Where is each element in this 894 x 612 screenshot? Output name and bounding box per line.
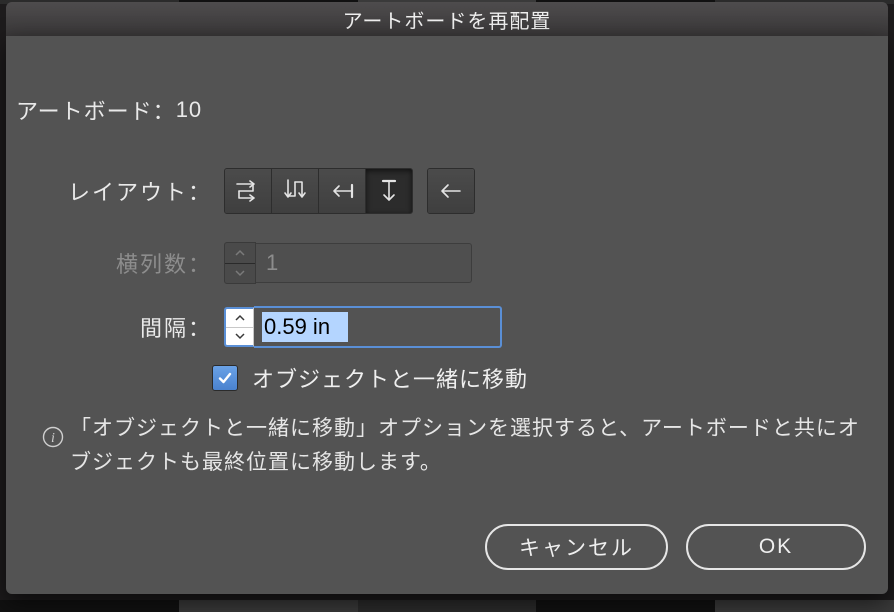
info-text: 「オブジェクトと一緒に移動」オプションを選択すると、アートボードと共にオブジェク…: [70, 412, 868, 480]
columns-step-down: [225, 264, 255, 284]
spacing-row: 間隔：: [16, 304, 502, 350]
artboards-label: アートボード：: [16, 94, 176, 126]
ok-button-label: OK: [759, 535, 793, 559]
svg-text:i: i: [51, 431, 55, 446]
spacing-input[interactable]: [254, 306, 502, 348]
dialog-footer: キャンセル OK: [485, 524, 866, 570]
dialog-title: アートボードを再配置: [343, 5, 552, 34]
info-icon: i: [36, 412, 70, 480]
layout-label: レイアウト：: [16, 175, 224, 207]
layout-row: レイアウト：: [16, 168, 475, 214]
artboards-count-row: アートボード： 10: [16, 94, 202, 126]
layout-rtl-toggle-group: [427, 168, 475, 214]
move-artwork-checkbox[interactable]: [212, 365, 238, 391]
layout-option-grid-by-column[interactable]: [272, 169, 318, 213]
spacing-stepper[interactable]: [224, 307, 254, 347]
columns-step-up: [225, 243, 255, 263]
zigzag-right-icon: [233, 176, 263, 206]
layout-rtl-toggle[interactable]: [428, 169, 474, 213]
arrow-left-to-bar-icon: [327, 176, 357, 206]
artboards-count: 10: [176, 97, 202, 123]
spacing-step-down[interactable]: [226, 328, 253, 346]
check-icon: [217, 370, 233, 386]
dialog-panel: アートボード： 10 レイアウト：: [6, 36, 888, 594]
arrow-down-from-bar-icon: [374, 176, 404, 206]
ok-button[interactable]: OK: [686, 524, 866, 570]
columns-input: [256, 243, 472, 283]
info-row: i 「オブジェクトと一緒に移動」オプションを選択すると、アートボードと共にオブジ…: [36, 412, 868, 480]
cancel-button[interactable]: キャンセル: [485, 524, 668, 570]
spacing-label: 間隔：: [16, 311, 224, 343]
columns-row: 横列数：: [16, 242, 472, 284]
columns-stepper: [224, 242, 256, 284]
cancel-button-label: キャンセル: [519, 532, 634, 562]
arrow-left-icon: [436, 176, 466, 206]
layout-option-row-rtl[interactable]: [319, 169, 365, 213]
spacing-step-up[interactable]: [226, 309, 253, 327]
columns-label: 横列数：: [16, 247, 224, 279]
zigzag-down-icon: [280, 176, 310, 206]
move-artwork-label: オブジェクトと一緒に移動: [252, 362, 528, 394]
dialog-titlebar: アートボードを再配置: [6, 2, 888, 36]
layout-option-grid-by-row[interactable]: [225, 169, 271, 213]
move-artwork-row: オブジェクトと一緒に移動: [212, 362, 528, 394]
layout-option-column[interactable]: [366, 169, 412, 213]
layout-segmented: [224, 168, 413, 214]
